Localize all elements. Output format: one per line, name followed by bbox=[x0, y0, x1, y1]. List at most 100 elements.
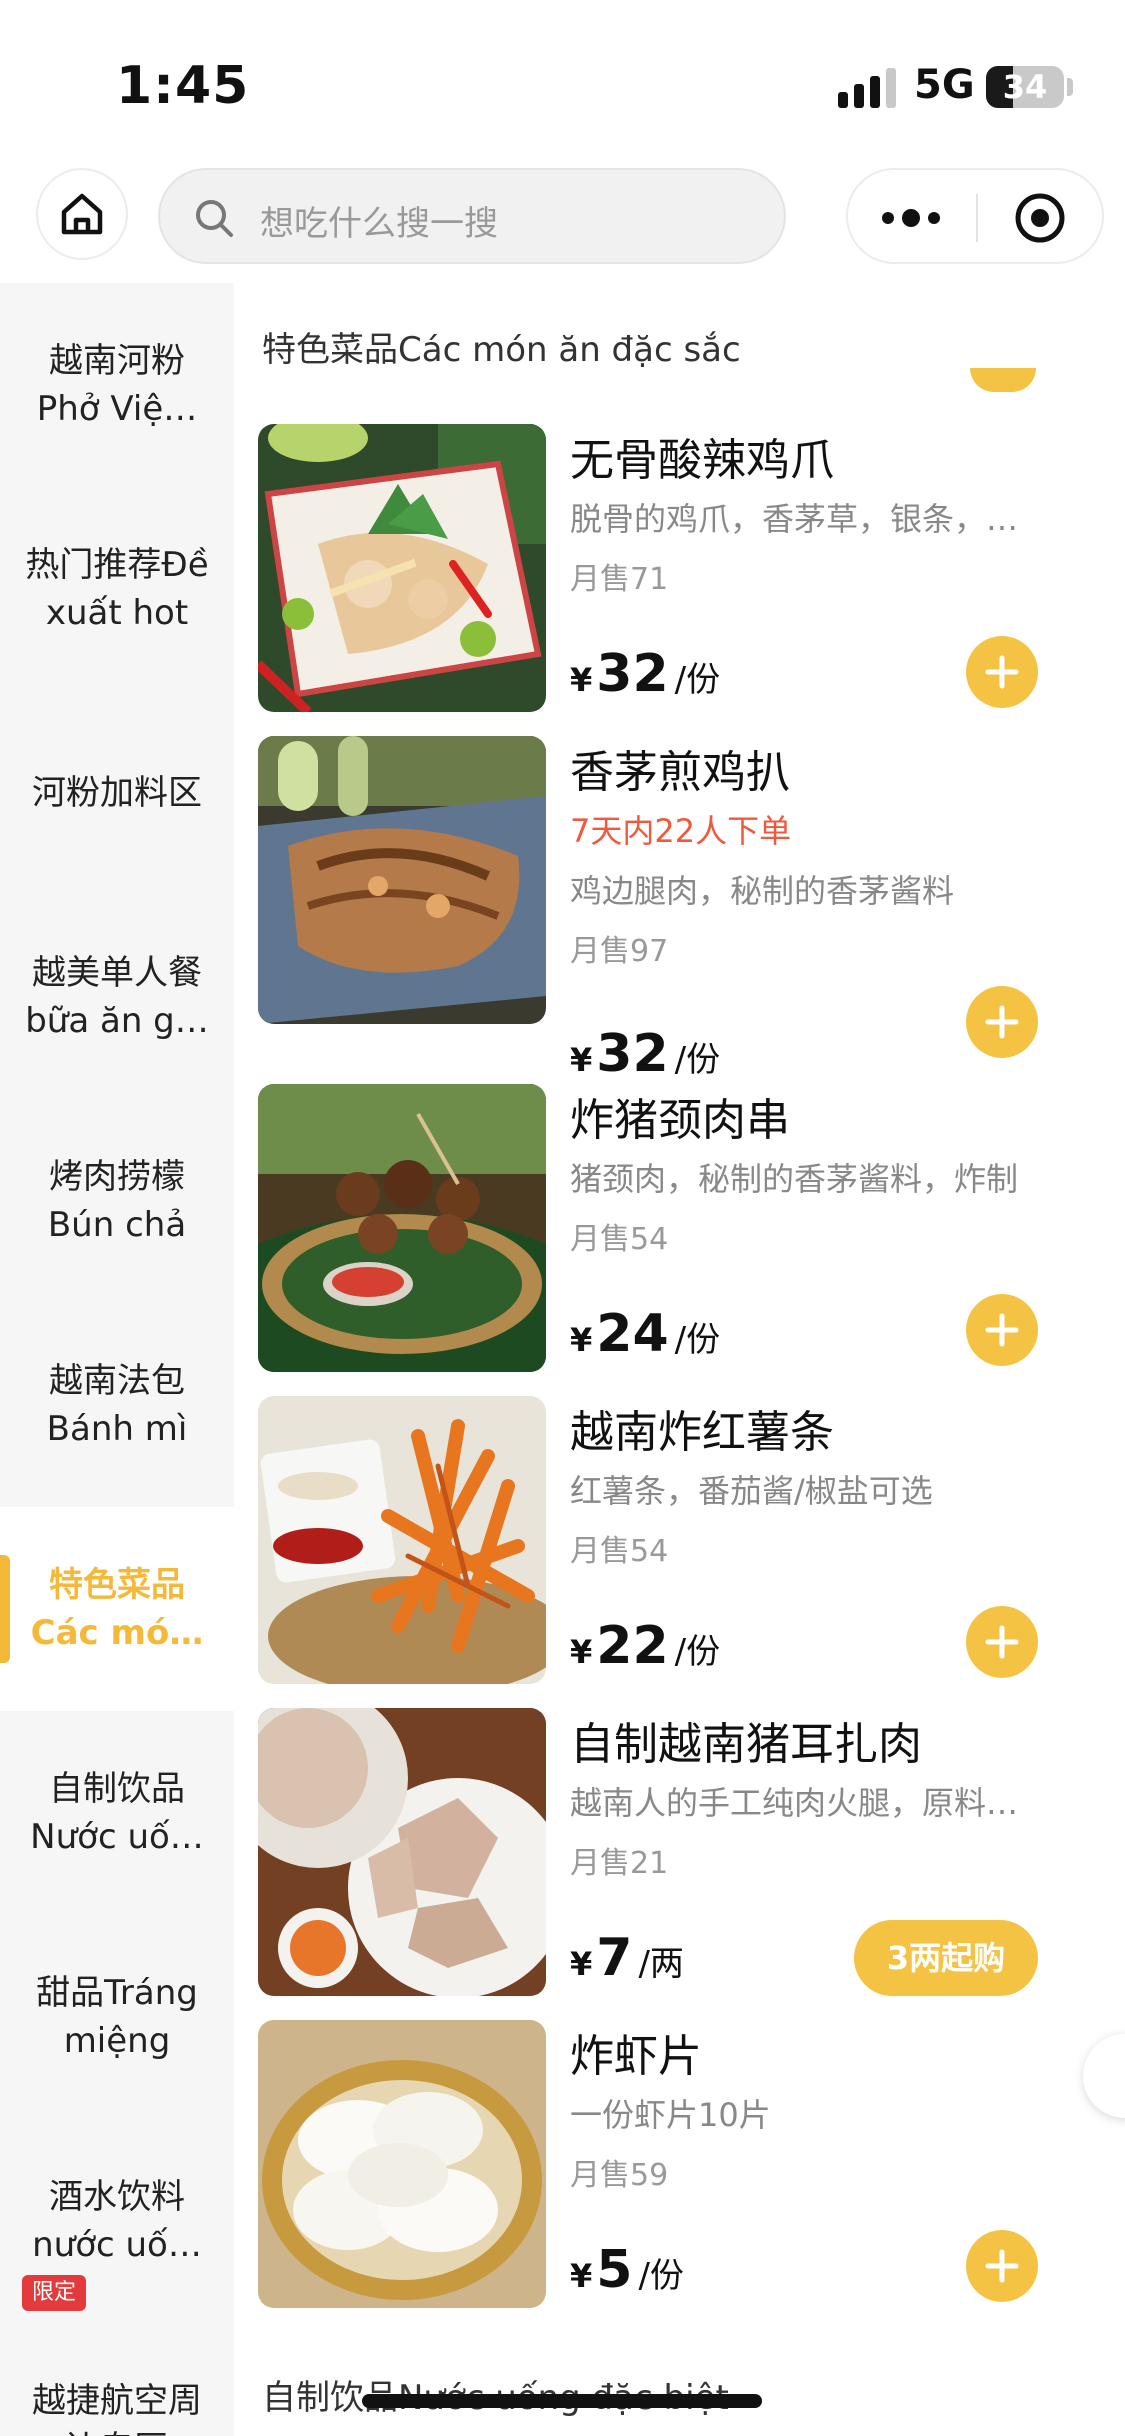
price-unit: /两 bbox=[638, 1944, 684, 1984]
network-label: 5G bbox=[914, 62, 975, 108]
menu-item[interactable]: 炸虾片 一份虾片10片 月售59 ¥ 5 /份 bbox=[258, 2020, 1058, 2308]
dish-image bbox=[258, 1708, 546, 1996]
more-icon[interactable] bbox=[876, 196, 946, 240]
currency-symbol: ¥ bbox=[570, 2257, 593, 2295]
dish-image bbox=[258, 736, 546, 1024]
sidebar-item-label: 自制饮品 Nước uố… bbox=[30, 1769, 204, 1857]
currency-symbol: ¥ bbox=[570, 1633, 593, 1671]
sidebar-item-label: 越捷航空周 边专区 bbox=[32, 2381, 202, 2436]
menu-item[interactable]: 越南炸红薯条 红薯条，番茄酱/椒盐可选 月售54 ¥ 22 /份 bbox=[258, 1396, 1058, 1684]
currency-symbol: ¥ bbox=[570, 1041, 593, 1079]
page: 1:45 5G 34 想吃什么搜一搜 越南河粉 Phở Việ… 热门推荐Đề … bbox=[0, 0, 1125, 2436]
category-sidebar: 越南河粉 Phở Việ… 热门推荐Đề xuất hot 河粉加料区 越美单人… bbox=[0, 283, 234, 2436]
capsule-divider bbox=[976, 194, 978, 242]
menu-item[interactable]: 无骨酸辣鸡爪 脱骨的鸡爪，香茅草，银条，… 月售71 ¥ 32 /份 bbox=[258, 424, 1058, 712]
dish-image bbox=[258, 2020, 546, 2308]
sidebar-item-bun-cha[interactable]: 烤肉捞檬 Bún chả bbox=[0, 1099, 234, 1303]
currency-symbol: ¥ bbox=[570, 1321, 593, 1359]
battery-icon: 34 bbox=[986, 66, 1064, 108]
item-description: 脱骨的鸡爪，香茅草，银条，… bbox=[570, 500, 1019, 538]
add-to-cart-button[interactable] bbox=[966, 2230, 1038, 2302]
plus-icon bbox=[985, 1005, 1019, 1039]
add-to-cart-button[interactable] bbox=[966, 1606, 1038, 1678]
search-input[interactable]: 想吃什么搜一搜 bbox=[158, 168, 786, 264]
battery-cap bbox=[1067, 78, 1073, 96]
battery-level: 34 bbox=[1002, 68, 1048, 106]
dish-image bbox=[258, 424, 546, 712]
item-sales: 月售54 bbox=[570, 1534, 669, 1569]
item-description: 一份虾片10片 bbox=[570, 2096, 771, 2134]
menu-item[interactable]: 香茅煎鸡扒 7天内22人下单 鸡边腿肉，秘制的香茅酱料 月售97 ¥ 32 /份 bbox=[258, 736, 1058, 1084]
sidebar-item-specialties[interactable]: 特色菜品 Các mó… bbox=[0, 1507, 234, 1711]
price-unit: /份 bbox=[674, 660, 721, 700]
sidebar-item-label: 热门推荐Đề xuất hot bbox=[25, 545, 209, 633]
item-description: 越南人的手工纯肉火腿，原料… bbox=[570, 1784, 1019, 1822]
item-name: 自制越南猪耳扎肉 bbox=[570, 1719, 922, 1770]
currency-symbol: ¥ bbox=[570, 1945, 593, 1983]
sidebar-item-banh-mi[interactable]: 越南法包 Bánh mì bbox=[0, 1303, 234, 1507]
status-bar: 1:45 5G 34 bbox=[0, 0, 1125, 160]
status-time: 1:45 bbox=[116, 56, 250, 116]
sidebar-item-drinks[interactable]: 自制饮品 Nước uố… bbox=[0, 1711, 234, 1915]
home-icon bbox=[61, 193, 103, 235]
add-to-cart-button[interactable] bbox=[966, 1294, 1038, 1366]
item-name: 无骨酸辣鸡爪 bbox=[570, 435, 834, 486]
item-sales: 月售54 bbox=[570, 1222, 669, 1257]
sidebar-item-vietjet[interactable]: 越捷航空周 边专区 bbox=[0, 2323, 234, 2436]
scroll-top-button[interactable] bbox=[1083, 2034, 1125, 2118]
plus-icon bbox=[985, 1625, 1019, 1659]
sidebar-item-pho[interactable]: 越南河粉 Phở Việ… bbox=[0, 283, 234, 487]
sidebar-item-label: 酒水饮料 nước uố… bbox=[32, 2177, 202, 2265]
price-unit: /份 bbox=[674, 1320, 721, 1360]
item-price: ¥ 32 /份 bbox=[570, 644, 720, 704]
sidebar-item-label: 特色菜品 Các mó… bbox=[30, 1565, 204, 1653]
price-value: 22 bbox=[596, 1616, 669, 1676]
price-value: 7 bbox=[596, 1928, 633, 1988]
item-sales: 月售71 bbox=[570, 562, 669, 597]
item-promo: 7天内22人下单 bbox=[570, 812, 792, 850]
item-name: 炸虾片 bbox=[570, 2031, 702, 2082]
sidebar-item-single-meal[interactable]: 越美单人餐 bữa ăn g… bbox=[0, 895, 234, 1099]
search-placeholder: 想吃什么搜一搜 bbox=[260, 204, 498, 244]
add-to-cart-button[interactable] bbox=[966, 986, 1038, 1058]
limited-badge: 限定 bbox=[22, 2275, 87, 2311]
close-icon[interactable] bbox=[1014, 192, 1066, 244]
min-purchase-button[interactable]: 3两起购 bbox=[854, 1920, 1038, 1996]
item-price: ¥ 7 /两 bbox=[570, 1928, 684, 1988]
plus-icon bbox=[985, 655, 1019, 689]
item-sales: 月售59 bbox=[570, 2158, 669, 2193]
sidebar-item-hot[interactable]: 热门推荐Đề xuất hot bbox=[0, 487, 234, 691]
item-name: 香茅煎鸡扒 bbox=[570, 747, 790, 798]
price-value: 32 bbox=[596, 644, 669, 704]
home-button[interactable] bbox=[36, 168, 128, 260]
sidebar-item-label: 甜品Tráng miệng bbox=[36, 1973, 198, 2061]
home-indicator bbox=[362, 2394, 762, 2408]
add-to-cart-button[interactable] bbox=[966, 636, 1038, 708]
plus-icon bbox=[985, 2249, 1019, 2283]
dish-image bbox=[258, 1396, 546, 1684]
dish-image bbox=[258, 1084, 546, 1372]
signal-icon bbox=[838, 68, 896, 108]
item-name: 炸猪颈肉串 bbox=[570, 1095, 790, 1146]
currency-symbol: ¥ bbox=[570, 661, 593, 699]
price-value: 32 bbox=[596, 1024, 669, 1084]
sidebar-item-dessert[interactable]: 甜品Tráng miệng bbox=[0, 1915, 234, 2119]
section-title: 特色菜品Các món ăn đặc sắc bbox=[262, 330, 741, 370]
sidebar-item-label: 越南河粉 Phở Việ… bbox=[36, 341, 198, 429]
item-description: 猪颈肉，秘制的香茅酱料，炸制 bbox=[570, 1160, 1019, 1198]
price-unit: /份 bbox=[638, 2256, 684, 2296]
item-price: ¥ 24 /份 bbox=[570, 1304, 720, 1364]
item-description: 红薯条，番茄酱/椒盐可选 bbox=[570, 1472, 933, 1510]
partial-add-button bbox=[970, 368, 1036, 392]
menu-item[interactable]: 自制越南猪耳扎肉 越南人的手工纯肉火腿，原料… 月售21 ¥ 7 /两 3两起购 bbox=[258, 1708, 1058, 1996]
price-value: 5 bbox=[596, 2240, 633, 2300]
mini-program-capsule bbox=[846, 168, 1104, 264]
item-price: ¥ 5 /份 bbox=[570, 2240, 684, 2300]
sidebar-item-label: 河粉加料区 bbox=[32, 773, 202, 813]
sidebar-item-pho-addons[interactable]: 河粉加料区 bbox=[0, 691, 234, 895]
item-sales: 月售97 bbox=[570, 934, 669, 969]
menu-item[interactable]: 炸猪颈肉串 猪颈肉，秘制的香茅酱料，炸制 月售54 ¥ 24 /份 bbox=[258, 1084, 1058, 1372]
search-icon bbox=[196, 200, 233, 237]
price-unit: /份 bbox=[674, 1040, 721, 1080]
price-unit: /份 bbox=[674, 1632, 721, 1672]
